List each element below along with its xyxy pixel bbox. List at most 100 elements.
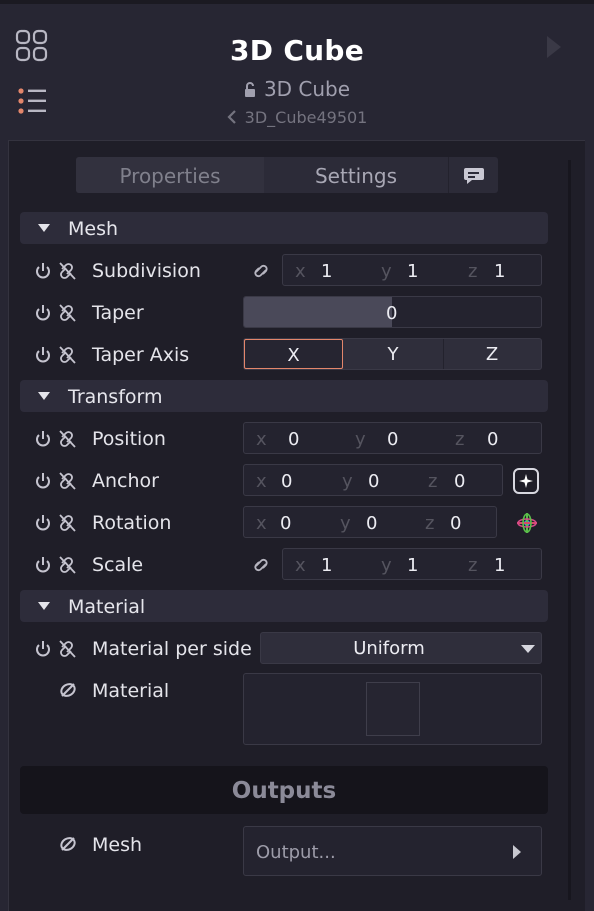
chevron-right-icon [513, 845, 521, 859]
property-rotation: Rotation x 0 y 0 z 0 [0, 506, 594, 540]
rotation-x-value[interactable]: 0 [280, 507, 291, 537]
scale-xyz-field[interactable]: x 1 y 1 z 1 [282, 548, 542, 580]
material-thumbnail[interactable] [366, 682, 420, 736]
taper-axis-z-button[interactable]: Z [443, 339, 541, 369]
tab-comments[interactable] [448, 157, 499, 193]
reset-unlink-icons[interactable] [35, 304, 79, 322]
anchor-xyz-field[interactable]: x 0 y 0 z 0 [243, 464, 503, 496]
property-taper-axis: Taper Axis X Y Z [0, 338, 594, 372]
link-proportions-icon[interactable] [250, 262, 272, 280]
taper-slider[interactable]: 0 [243, 296, 542, 328]
node-type: 3D Cube [0, 77, 594, 101]
property-material-per-side: Material per side Uniform [0, 632, 594, 666]
x-axis-label: x [256, 471, 267, 492]
reset-unlink-icons[interactable] [35, 346, 79, 364]
property-position: Position x 0 y 0 z 0 [0, 422, 594, 456]
x-axis-label: x [295, 261, 306, 282]
subdivision-label: Subdivision [92, 260, 201, 282]
reset-unlink-icons[interactable] [35, 262, 79, 280]
section-outputs: Outputs [20, 766, 548, 814]
node-type-label: 3D Cube [263, 77, 351, 101]
property-anchor: Anchor x 0 y 0 z 0 [0, 464, 594, 498]
subdivision-z-value[interactable]: 1 [494, 255, 505, 285]
output-mesh-field[interactable]: Output... [243, 826, 542, 876]
link-proportions-icon[interactable] [250, 556, 272, 574]
lock-icon [244, 82, 255, 97]
material-per-side-dropdown[interactable]: Uniform [260, 632, 542, 664]
section-material[interactable]: Material [20, 590, 548, 622]
position-z-value[interactable]: 0 [487, 423, 498, 453]
material-slot[interactable] [243, 673, 542, 745]
anchor-z-value[interactable]: 0 [454, 465, 465, 495]
position-x-value[interactable]: 0 [288, 423, 299, 453]
collapse-triangle-icon [38, 224, 50, 232]
taper-axis-segmented: X Y Z [243, 338, 542, 370]
reset-unlink-icons[interactable] [35, 640, 79, 658]
reset-unlink-icons[interactable] [35, 472, 79, 490]
z-axis-label: z [468, 261, 478, 282]
taper-value: 0 [386, 303, 398, 324]
position-y-value[interactable]: 0 [387, 423, 398, 453]
scale-label: Scale [92, 554, 144, 576]
comment-icon [464, 168, 484, 184]
property-scale: Scale x 1 y 1 z 1 [0, 548, 594, 582]
z-axis-label: z [455, 429, 465, 450]
taper-axis-x-button[interactable]: X [244, 339, 343, 369]
taper-axis-y-button[interactable]: Y [343, 339, 444, 369]
reset-unlink-icons[interactable] [35, 514, 79, 532]
collapse-triangle-icon [38, 392, 50, 400]
tab-properties[interactable]: Properties [76, 157, 264, 193]
tab-settings[interactable]: Settings [264, 157, 448, 193]
scale-x-value[interactable]: 1 [321, 549, 332, 579]
anchor-label: Anchor [92, 470, 159, 492]
rotation-y-value[interactable]: 0 [366, 507, 377, 537]
y-axis-label: y [381, 261, 392, 282]
section-transform[interactable]: Transform [20, 380, 548, 412]
section-material-label: Material [68, 596, 146, 618]
position-xyz-field[interactable]: x 0 y 0 z 0 [243, 422, 542, 454]
property-taper: Taper 0 [0, 296, 594, 330]
reset-unlink-icons[interactable] [35, 556, 79, 574]
y-axis-label: y [381, 555, 392, 576]
x-axis-label: x [256, 513, 267, 534]
material-label: Material [92, 680, 170, 702]
scale-z-value[interactable]: 1 [494, 549, 505, 579]
section-mesh[interactable]: Mesh [20, 212, 548, 244]
rotation-z-value[interactable]: 0 [450, 507, 461, 537]
taper-slider-fill [244, 297, 392, 327]
z-axis-label: z [425, 513, 435, 534]
material-per-side-value: Uniform [353, 638, 425, 659]
property-subdivision: Subdivision x 1 y 1 z 1 [0, 254, 594, 288]
rotation-xyz-field[interactable]: x 0 y 0 z 0 [243, 506, 497, 538]
anchor-y-value[interactable]: 0 [368, 465, 379, 495]
chevron-left-icon [227, 110, 236, 124]
section-transform-label: Transform [68, 386, 163, 408]
output-mesh-label: Mesh [92, 834, 143, 856]
node-header: 3D Cube 3D Cube 3D_Cube49501 [0, 4, 594, 138]
anchor-x-value[interactable]: 0 [281, 465, 292, 495]
x-axis-label: x [295, 555, 306, 576]
rotation-label: Rotation [92, 512, 172, 534]
input-socket-icon[interactable] [58, 681, 78, 699]
z-axis-label: z [468, 555, 478, 576]
section-mesh-label: Mesh [68, 218, 119, 240]
dropdown-caret-icon [521, 645, 535, 653]
rotation-gizmo-icon[interactable] [514, 511, 540, 535]
taper-axis-label: Taper Axis [92, 344, 190, 366]
y-axis-label: y [355, 429, 366, 450]
node-instance[interactable]: 3D_Cube49501 [0, 108, 594, 127]
position-label: Position [92, 428, 166, 450]
subdivision-y-value[interactable]: 1 [407, 255, 418, 285]
subdivision-x-value[interactable]: 1 [321, 255, 332, 285]
subdivision-xyz-field[interactable]: x 1 y 1 z 1 [282, 254, 542, 286]
reset-unlink-icons[interactable] [35, 430, 79, 448]
x-axis-label: x [256, 429, 267, 450]
output-placeholder: Output... [256, 842, 336, 863]
scale-y-value[interactable]: 1 [407, 549, 418, 579]
collapse-triangle-icon [38, 602, 50, 610]
taper-label: Taper [92, 302, 144, 324]
output-socket-icon[interactable] [58, 835, 78, 853]
anchor-picker-icon[interactable] [512, 467, 540, 495]
node-instance-id: 3D_Cube49501 [244, 108, 368, 127]
y-axis-label: y [342, 471, 353, 492]
